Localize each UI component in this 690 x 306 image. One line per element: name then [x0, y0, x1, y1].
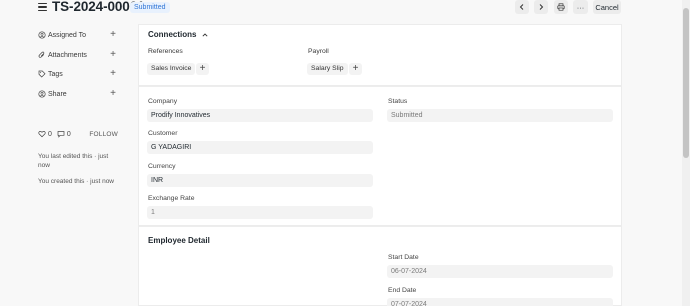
customer-field[interactable]: G YADAGIRI [147, 141, 373, 154]
sidebar-item-tags[interactable]: Tags + [38, 68, 116, 80]
tag-icon [38, 70, 46, 78]
connections-toggle[interactable]: Connections [148, 30, 209, 39]
references-heading: References [148, 48, 183, 55]
page-scrollbar[interactable] [682, 0, 690, 306]
add-salary-slip-button[interactable]: + [349, 63, 362, 75]
details-section: Company Prodify Innovatives Customer G Y… [138, 86, 622, 226]
last-edited-note: You last edited this · just now [38, 153, 109, 169]
page-header: TS-2024-00001 Submitted ··· Cancel [0, 0, 682, 16]
start-date-field[interactable]: 06-07-2024 [387, 265, 613, 278]
print-button[interactable] [554, 0, 568, 14]
chevron-up-icon [201, 31, 209, 39]
status-field: Submitted [387, 109, 613, 122]
created-note: You created this · just now [38, 178, 114, 185]
add-assignee-icon[interactable]: + [110, 29, 116, 40]
employee-detail-section: Employee Detail Start Date 06-07-2024 En… [138, 226, 622, 306]
follow-button[interactable]: FOLLOW [89, 131, 118, 138]
customer-label: Customer [148, 130, 178, 137]
add-tag-icon[interactable]: + [110, 68, 116, 79]
end-date-label: End Date [388, 287, 417, 294]
comment-icon[interactable] [57, 130, 65, 138]
heart-icon[interactable] [38, 130, 46, 138]
sidebar-item-label: Tags [48, 70, 63, 78]
chevron-right-icon [539, 4, 544, 10]
section-divider [139, 226, 621, 227]
end-date-field[interactable]: 07-07-2024 [387, 298, 613, 306]
cancel-button[interactable]: Cancel [593, 0, 621, 14]
currency-field[interactable]: INR [147, 174, 373, 187]
salary-slip-link[interactable]: Salary Slip [307, 63, 348, 75]
add-attachment-icon[interactable]: + [110, 49, 116, 60]
next-button[interactable] [534, 0, 548, 14]
share-icon [38, 90, 46, 98]
sales-invoice-link[interactable]: Sales Invoice [147, 63, 196, 75]
company-field[interactable]: Prodify Innovatives [147, 109, 373, 122]
exchange-rate-field[interactable]: 1 [147, 206, 373, 219]
company-label: Company [148, 98, 178, 105]
section-divider [139, 86, 621, 87]
sidebar-item-label: Share [48, 90, 67, 98]
likes-count: 0 [48, 130, 52, 138]
paperclip-icon [38, 51, 46, 59]
more-actions-button[interactable]: ··· [573, 0, 588, 14]
sidebar-item-share[interactable]: Share + [38, 88, 116, 100]
sidebar-item-assigned-to[interactable]: Assigned To + [38, 29, 116, 41]
employee-detail-title: Employee Detail [148, 236, 210, 245]
payroll-heading: Payroll [308, 48, 329, 55]
status-label: Status [388, 98, 408, 105]
add-share-icon[interactable]: + [110, 88, 116, 99]
add-sales-invoice-button[interactable]: + [196, 63, 209, 75]
sidebar-item-attachments[interactable]: Attachments + [38, 49, 116, 61]
user-assign-icon [38, 31, 46, 39]
chevron-left-icon [519, 4, 524, 10]
sidebar-item-label: Attachments [48, 51, 87, 59]
sidebar-item-label: Assigned To [48, 31, 87, 39]
start-date-label: Start Date [388, 254, 419, 261]
previous-button[interactable] [515, 0, 529, 14]
hamburger-menu-icon[interactable] [38, 3, 47, 11]
currency-label: Currency [148, 163, 176, 170]
status-badge: Submitted [130, 2, 170, 13]
exchange-rate-label: Exchange Rate [148, 195, 195, 202]
scrollbar-thumb[interactable] [683, 8, 689, 158]
likes-comments-row: 0 0 FOLLOW [38, 128, 118, 140]
comments-count: 0 [66, 130, 71, 138]
section-title: Connections [148, 30, 197, 39]
printer-icon [557, 3, 565, 11]
connections-section: Connections References Sales Invoice + P… [138, 24, 622, 86]
